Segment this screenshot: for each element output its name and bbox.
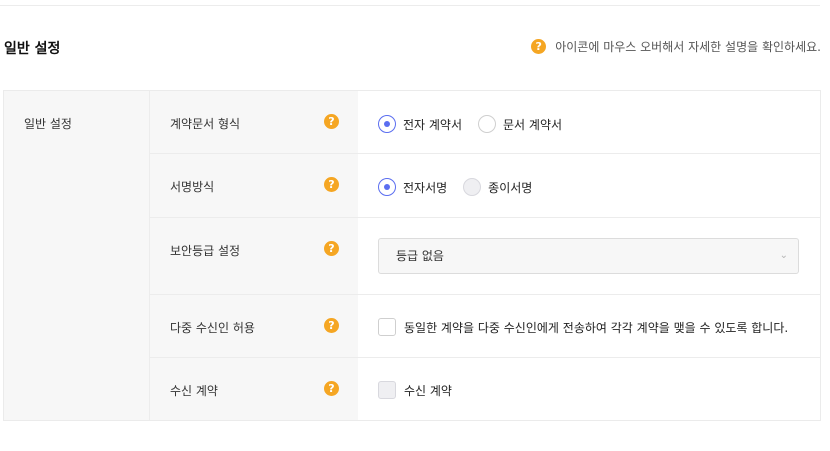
help-hint: ? 아이콘에 마우스 오버해서 자세한 설명을 확인하세요. xyxy=(531,38,821,55)
radio-button[interactable] xyxy=(478,115,497,133)
chevron-down-icon: ⌄ xyxy=(779,250,788,261)
help-icon[interactable]: ? xyxy=(324,318,339,333)
label-cell: 보안등급 설정 ? xyxy=(150,218,358,294)
hint-text: 아이콘에 마우스 오버해서 자세한 설명을 확인하세요. xyxy=(555,40,821,54)
radio-label: 전자 계약서 xyxy=(403,117,463,132)
radio-document-contract[interactable]: 문서 계약서 xyxy=(478,115,562,133)
radio-label: 전자서명 xyxy=(403,180,448,195)
label-cell: 다중 수신인 허용 ? xyxy=(150,295,358,357)
radio-electronic-contract[interactable]: 전자 계약서 xyxy=(378,115,462,133)
top-divider xyxy=(0,5,820,6)
help-icon: ? xyxy=(531,39,547,54)
settings-group: 일반 설정 xyxy=(4,91,150,420)
value-cell: 전자서명 종이서명 xyxy=(358,154,820,217)
help-icon[interactable]: ? xyxy=(324,114,339,129)
section-title: 일반 설정 xyxy=(4,41,61,57)
help-icon[interactable]: ? xyxy=(324,177,339,192)
label-cell: 계약문서 형식 ? xyxy=(150,91,358,153)
multi-recipient-label: 다중 수신인 허용 xyxy=(170,321,255,335)
value-cell: 등급 없음 ⌄ xyxy=(358,218,820,294)
checkbox-label: 수신 계약 xyxy=(404,383,452,398)
value-cell: 전자 계약서 문서 계약서 xyxy=(358,91,820,153)
signature-method-radio-group: 전자서명 종이서명 xyxy=(378,178,548,196)
signature-method-label: 서명방식 xyxy=(170,180,215,194)
row-signature-method: 서명방식 ? 전자서명 종이서명 xyxy=(150,154,820,218)
settings-table: 일반 설정 계약문서 형식 ? 전자 계약서 문서 계약서 서명방식 ? 전자서… xyxy=(3,90,821,421)
select-value: 등급 없음 xyxy=(396,249,444,263)
radio-label: 종이서명 xyxy=(488,180,533,195)
settings-rows: 계약문서 형식 ? 전자 계약서 문서 계약서 서명방식 ? 전자서명 종이서명… xyxy=(150,91,820,420)
security-level-label: 보안등급 설정 xyxy=(170,244,241,258)
contract-format-label: 계약문서 형식 xyxy=(170,117,241,131)
group-label: 일반 설정 xyxy=(24,117,72,131)
radio-paper-signature[interactable]: 종이서명 xyxy=(463,178,532,196)
radio-button-checked[interactable] xyxy=(378,178,396,196)
row-multi-recipient: 다중 수신인 허용 ? 동일한 계약을 다중 수신인에게 전송하여 각각 계약을… xyxy=(150,295,820,358)
radio-electronic-signature[interactable]: 전자서명 xyxy=(378,178,447,196)
receive-contract-label: 수신 계약 xyxy=(170,384,218,398)
row-receive-contract: 수신 계약 ? 수신 계약 xyxy=(150,358,820,420)
row-contract-format: 계약문서 형식 ? 전자 계약서 문서 계약서 xyxy=(150,91,820,154)
label-cell: 수신 계약 ? xyxy=(150,358,358,420)
help-icon[interactable]: ? xyxy=(324,381,339,396)
multi-recipient-checkbox-row[interactable]: 동일한 계약을 다중 수신인에게 전송하여 각각 계약을 맺을 수 있도록 합니… xyxy=(378,318,788,336)
multi-recipient-checkbox[interactable] xyxy=(378,318,396,336)
radio-label: 문서 계약서 xyxy=(503,117,563,132)
checkbox-label: 동일한 계약을 다중 수신인에게 전송하여 각각 계약을 맺을 수 있도록 합니… xyxy=(404,320,789,335)
contract-format-radio-group: 전자 계약서 문서 계약서 xyxy=(378,115,578,133)
receive-contract-checkbox-row[interactable]: 수신 계약 xyxy=(378,381,452,399)
radio-button-disabled[interactable] xyxy=(463,178,482,196)
receive-contract-checkbox[interactable] xyxy=(378,381,396,399)
label-cell: 서명방식 ? xyxy=(150,154,358,217)
value-cell: 수신 계약 xyxy=(358,358,820,420)
value-cell: 동일한 계약을 다중 수신인에게 전송하여 각각 계약을 맺을 수 있도록 합니… xyxy=(358,295,820,357)
help-icon[interactable]: ? xyxy=(324,241,339,256)
radio-button-checked[interactable] xyxy=(378,115,396,133)
row-security-level: 보안등급 설정 ? 등급 없음 ⌄ xyxy=(150,218,820,295)
security-level-select[interactable]: 등급 없음 ⌄ xyxy=(378,238,799,274)
